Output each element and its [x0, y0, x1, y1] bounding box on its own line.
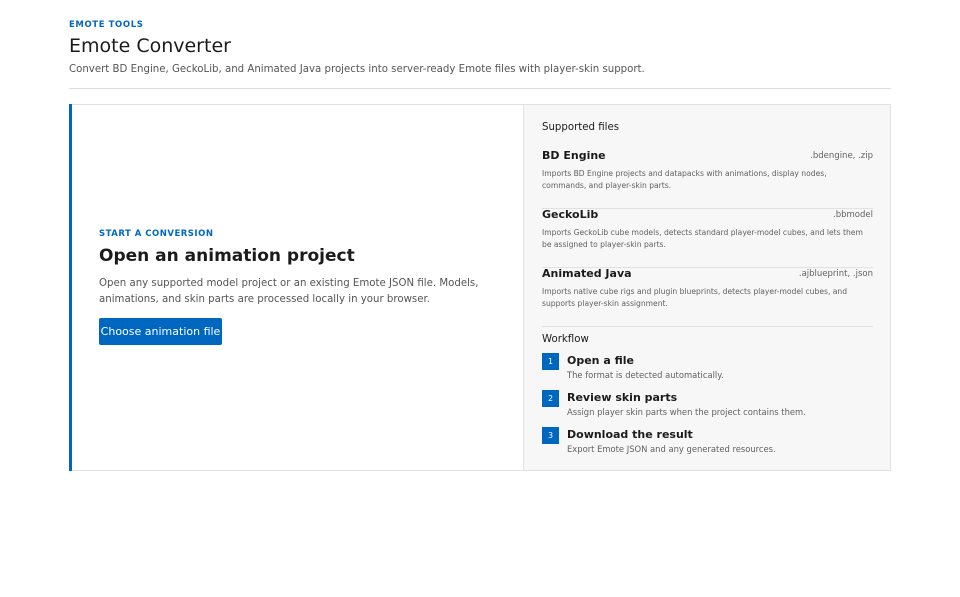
file-type-item: GeckoLib .bbmodel Imports GeckoLib cube …: [542, 208, 873, 268]
step-title: Download the result: [567, 428, 693, 441]
workflow-step: 2 Review skin parts Assign player skin p…: [542, 390, 873, 422]
workflow-step: 1 Open a file The format is detected aut…: [542, 353, 873, 385]
workflow-heading: Workflow: [542, 334, 589, 345]
header-divider: [69, 88, 891, 89]
step-description: The format is detected automatically.: [567, 370, 724, 380]
file-type-extensions: .bbmodel: [833, 210, 873, 220]
file-type-description: Imports native cube rigs and plugin blue…: [542, 287, 848, 308]
start-conversion-panel: START A CONVERSION Open an animation pro…: [69, 104, 523, 471]
step-number-badge: 1: [542, 353, 559, 370]
file-type-description: Imports BD Engine projects and datapacks…: [542, 169, 827, 190]
step-description: Export Emote JSON and any generated reso…: [567, 444, 776, 454]
file-type-name: Animated Java: [542, 267, 632, 280]
choose-animation-file-button[interactable]: Choose animation file: [99, 318, 222, 345]
step-description: Assign player skin parts when the projec…: [567, 407, 806, 417]
converter-card: START A CONVERSION Open an animation pro…: [69, 104, 891, 471]
page-title: Emote Converter: [69, 35, 231, 57]
file-type-name: GeckoLib: [542, 208, 599, 221]
file-type-item: Animated Java .ajblueprint, .json Import…: [542, 267, 873, 327]
file-type-description: Imports GeckoLib cube models, detects st…: [542, 228, 863, 249]
step-number-badge: 3: [542, 427, 559, 444]
workflow-step: 3 Download the result Export Emote JSON …: [542, 427, 873, 459]
file-type-item: BD Engine .bdengine, .zip Imports BD Eng…: [542, 149, 873, 209]
file-type-extensions: .ajblueprint, .json: [798, 269, 873, 279]
supported-files-heading: Supported files: [542, 122, 620, 133]
start-description: Open any supported model project or an e…: [99, 278, 479, 305]
start-eyebrow: START A CONVERSION: [99, 229, 214, 239]
page-subtitle: Convert BD Engine, GeckoLib, and Animate…: [69, 64, 645, 75]
file-type-extensions: .bdengine, .zip: [810, 151, 873, 161]
file-type-name: BD Engine: [542, 149, 606, 162]
step-title: Open a file: [567, 354, 634, 367]
step-number-badge: 2: [542, 390, 559, 407]
app-eyebrow: EMOTE TOOLS: [69, 20, 144, 30]
start-title: Open an animation project: [99, 246, 355, 266]
info-panel: Supported files BD Engine .bdengine, .zi…: [523, 105, 890, 470]
step-title: Review skin parts: [567, 391, 678, 404]
